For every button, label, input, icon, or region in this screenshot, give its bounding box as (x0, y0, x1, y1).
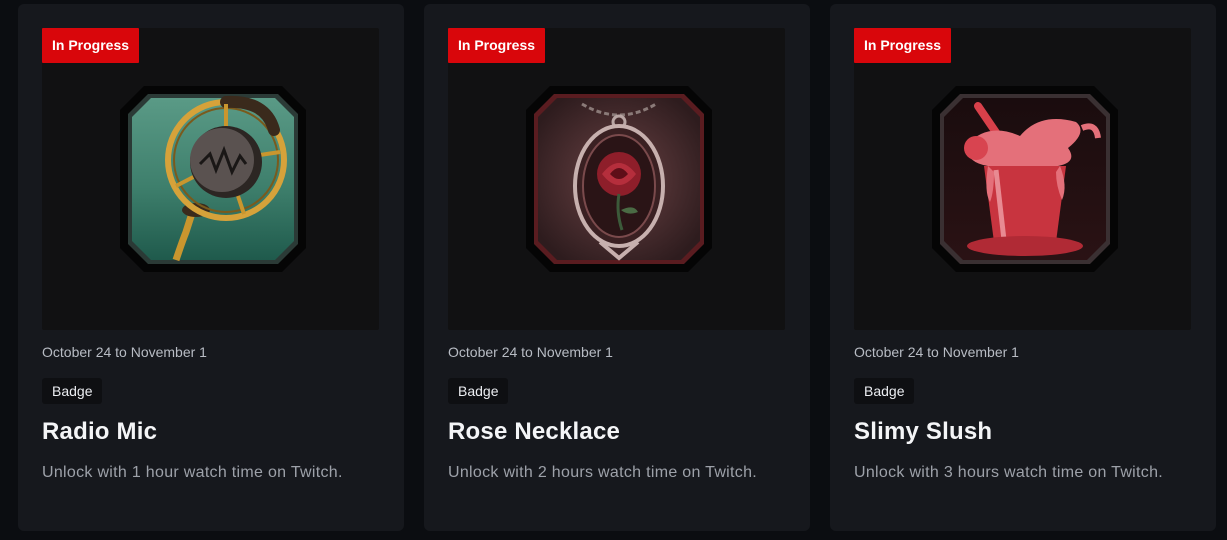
reward-art-frame: In Progress (854, 28, 1191, 330)
reward-title: Radio Mic (42, 418, 158, 445)
radio-mic-badge-art (116, 82, 310, 276)
date-range: October 24 to November 1 (448, 344, 613, 360)
reward-card-grid: In Progress October 24 to November 1 Bad… (0, 0, 1227, 540)
reward-card-rose-necklace[interactable]: In Progress October 24 to November 1 Bad… (424, 4, 810, 531)
status-badge: In Progress (42, 28, 140, 63)
date-range: October 24 to November 1 (42, 344, 207, 360)
reward-description: Unlock with 1 hour watch time on Twitch. (42, 464, 343, 481)
reward-title: Slimy Slush (854, 418, 993, 445)
rose-necklace-badge-art (522, 82, 716, 276)
status-badge: In Progress (448, 28, 546, 63)
reward-type-tag: Badge (854, 378, 915, 404)
reward-art-frame: In Progress (42, 28, 379, 330)
reward-title: Rose Necklace (448, 418, 621, 445)
date-range: October 24 to November 1 (854, 344, 1019, 360)
reward-art-frame: In Progress (448, 28, 785, 330)
reward-type-tag: Badge (448, 378, 509, 404)
reward-card-radio-mic[interactable]: In Progress October 24 to November 1 Bad… (18, 4, 404, 531)
reward-description: Unlock with 3 hours watch time on Twitch… (854, 464, 1164, 481)
status-badge: In Progress (854, 28, 952, 63)
reward-type-tag: Badge (42, 378, 103, 404)
slimy-slush-badge-art (928, 82, 1122, 276)
reward-description: Unlock with 2 hours watch time on Twitch… (448, 464, 758, 481)
reward-card-slimy-slush[interactable]: In Progress October 24 to November 1 Bad… (830, 4, 1216, 531)
